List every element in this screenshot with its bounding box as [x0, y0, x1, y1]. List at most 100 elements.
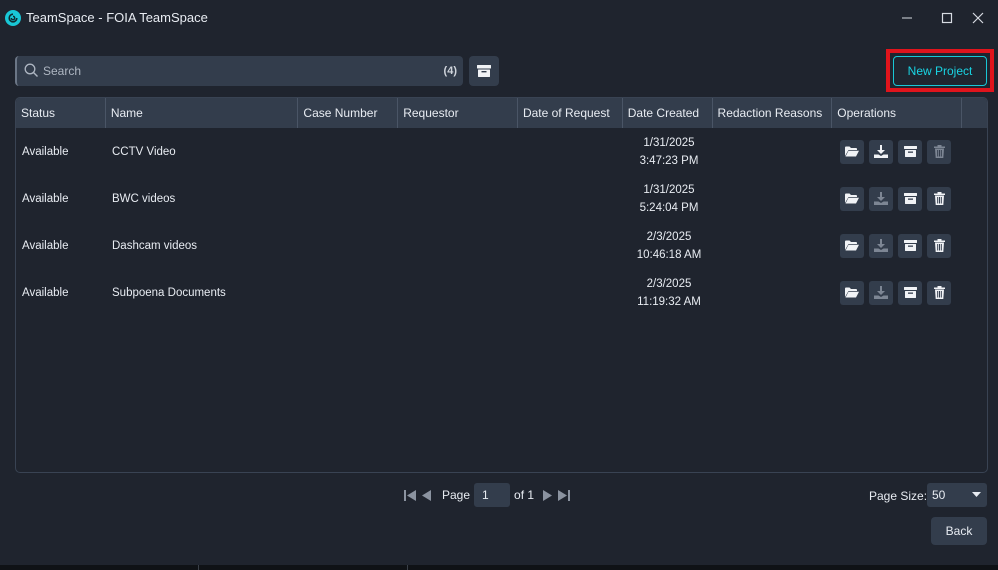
delete-button[interactable] [927, 280, 951, 305]
download-icon [874, 145, 888, 158]
operations-cell [834, 233, 964, 258]
title-bar: TeamSpace - FOIA TeamSpace [0, 0, 998, 36]
operations-group [834, 233, 964, 258]
archive-icon [903, 146, 917, 157]
open-project-button[interactable] [840, 186, 864, 211]
date-created-date: 1/31/2025 [643, 183, 695, 196]
taskbar-divider [198, 565, 199, 570]
table-row[interactable]: Available Dashcam videos 2/3/2025 10:46:18 … [16, 222, 987, 269]
first-page-icon [404, 489, 416, 501]
archive-filter-button[interactable] [469, 56, 499, 86]
operations-group [834, 280, 964, 305]
page-size-value: 50 [932, 488, 946, 502]
delete-button[interactable] [927, 186, 951, 211]
column-header-spacer [962, 98, 987, 128]
status-cell: Available [22, 239, 69, 252]
app-logo-icon [5, 10, 21, 26]
maximize-icon [941, 12, 953, 24]
operations-group [834, 139, 964, 164]
column-header-case-number[interactable]: Case Number [298, 98, 399, 128]
status-cell: Available [22, 145, 69, 158]
open-folder-icon [845, 287, 859, 298]
column-header-redaction-reasons[interactable]: Redaction Reasons [713, 98, 833, 128]
delete-button[interactable] [927, 139, 951, 164]
search-input[interactable] [43, 56, 423, 86]
archive-button[interactable] [898, 280, 922, 305]
archive-button[interactable] [898, 233, 922, 258]
date-created-cell: 1/31/2025 3:47:23 PM [624, 134, 714, 170]
new-project-button[interactable]: New Project [893, 56, 987, 86]
date-created-cell: 2/3/2025 10:46:18 AM [624, 228, 714, 264]
search-icon [24, 63, 38, 77]
download-button[interactable] [869, 233, 893, 258]
open-project-button[interactable] [840, 233, 864, 258]
download-icon [874, 192, 888, 205]
window-title: TeamSpace - FOIA TeamSpace [26, 10, 208, 25]
open-project-button[interactable] [840, 139, 864, 164]
archive-icon [903, 193, 917, 204]
date-created-cell: 1/31/2025 5:24:04 PM [624, 181, 714, 217]
close-button[interactable] [958, 0, 998, 36]
last-page-button[interactable] [557, 489, 571, 502]
date-created-time: 5:24:04 PM [639, 201, 699, 214]
taskbar-divider [407, 565, 408, 570]
operations-cell [834, 139, 964, 164]
archive-icon [903, 240, 917, 251]
date-created-date: 2/3/2025 [646, 277, 692, 290]
open-project-button[interactable] [840, 280, 864, 305]
download-button[interactable] [869, 186, 893, 211]
chevron-down-icon [972, 492, 981, 497]
first-page-button[interactable] [404, 489, 417, 502]
trash-icon [933, 145, 945, 158]
open-folder-icon [845, 146, 859, 157]
download-icon [874, 286, 888, 299]
page-size-select[interactable]: 50 [927, 483, 987, 507]
date-created-time: 3:47:23 PM [639, 154, 699, 167]
date-created-time: 11:19:32 AM [637, 295, 701, 308]
last-page-icon [558, 489, 571, 501]
status-cell: Available [22, 192, 69, 205]
pagination: Page of 1 [404, 483, 571, 507]
page-total-label: of 1 [514, 488, 535, 502]
column-header-date-of-request[interactable]: Date of Request [518, 98, 623, 128]
taskbar [0, 565, 998, 570]
page-label: Page [442, 488, 471, 502]
name-cell: CCTV Video [112, 145, 176, 158]
table-body: Available CCTV Video 1/31/2025 3:47:23 PM Av… [16, 128, 987, 316]
search-result-count: (4) [443, 65, 457, 77]
page-size-label: Page Size: [869, 489, 928, 503]
archive-button[interactable] [898, 139, 922, 164]
date-created-cell: 2/3/2025 11:19:32 AM [624, 275, 714, 311]
operations-group [834, 186, 964, 211]
date-created-date: 1/31/2025 [643, 136, 695, 149]
download-button[interactable] [869, 280, 893, 305]
table-row[interactable]: Available CCTV Video 1/31/2025 3:47:23 PM [16, 128, 987, 175]
download-button[interactable] [869, 139, 893, 164]
column-header-name[interactable]: Name [106, 98, 299, 128]
status-cell: Available [22, 286, 69, 299]
delete-button[interactable] [927, 233, 951, 258]
archive-button[interactable] [898, 186, 922, 211]
minimize-icon [902, 17, 912, 19]
date-created-date: 2/3/2025 [646, 230, 692, 243]
column-header-requestor[interactable]: Requestor [398, 98, 518, 128]
trash-icon [933, 239, 945, 252]
download-icon [874, 239, 888, 252]
next-page-button[interactable] [542, 489, 553, 502]
search-box[interactable]: (4) [15, 56, 463, 86]
name-cell: Dashcam videos [112, 239, 198, 252]
table-row[interactable]: Available Subpoena Documents 2/3/2025 11:19… [16, 269, 987, 316]
archive-box-icon [477, 65, 491, 77]
previous-page-button[interactable] [422, 489, 432, 502]
operations-cell [834, 186, 964, 211]
table-row[interactable]: Available BWC videos 1/31/2025 5:24:04 PM [16, 175, 987, 222]
back-button[interactable]: Back [931, 517, 987, 545]
page-number-input[interactable] [474, 483, 511, 507]
archive-icon [903, 287, 917, 298]
minimize-button[interactable] [887, 0, 927, 36]
column-header-operations: Operations [832, 98, 963, 128]
column-header-date-created[interactable]: Date Created [623, 98, 713, 128]
column-header-status[interactable]: Status [16, 98, 106, 128]
previous-page-icon [422, 489, 431, 501]
open-folder-icon [845, 193, 859, 204]
